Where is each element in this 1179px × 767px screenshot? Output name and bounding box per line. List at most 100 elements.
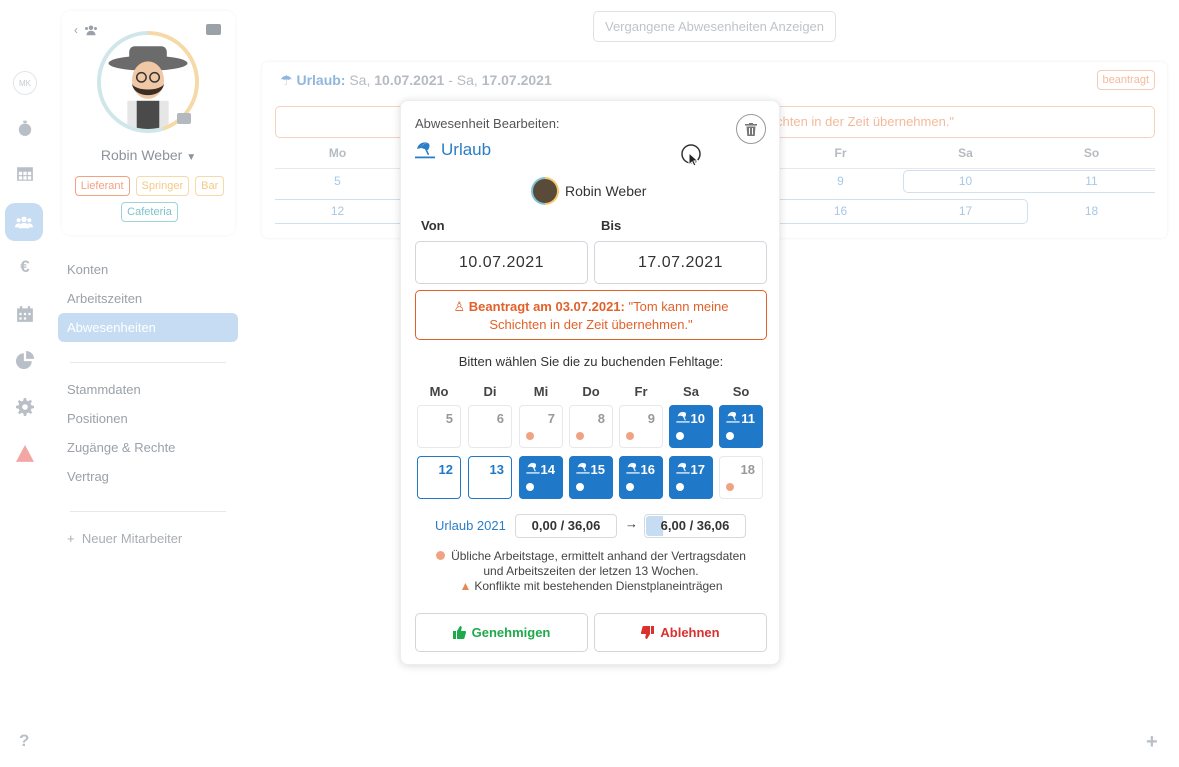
range-prefix: Sa, [349,72,371,88]
day-cell[interactable]: 10 [669,405,713,448]
umbrella-beach-icon [415,142,435,159]
day-number: 12 [438,462,453,477]
von-date-input[interactable]: 10.07.2021 [415,241,588,284]
edit-absence-popover: Abwesenheit Bearbeiten: Urlaub Robin Web… [400,100,780,665]
day-number: 14 [540,462,555,477]
back-to-employees[interactable]: ‹ [74,23,99,37]
weekday: Fr [834,146,847,160]
day-number: 8 [597,411,605,426]
employee-avatar [531,177,559,205]
day-number: 18 [740,462,755,477]
range-to: 17.07.2021 [481,72,552,88]
day-cell[interactable]: 11 [719,405,763,448]
weekday-header: Do [582,384,600,399]
stopwatch-icon[interactable] [7,110,43,146]
day-number: 7 [547,411,555,426]
day-cell[interactable]: 17 [669,456,713,499]
workday-dot-icon [626,432,634,440]
day-number: 16 [640,462,655,477]
tag-list: Lieferant Springer Bar Cafeteria [72,176,227,222]
workday-dot-icon [626,483,634,491]
calendar-icon[interactable] [7,296,43,332]
users-icon [85,25,97,36]
day-cell[interactable]: 5 [417,405,461,448]
absence-type-selector[interactable]: Urlaub [415,140,491,160]
add-icon[interactable]: + [1146,731,1158,754]
employee-name-dropdown[interactable]: Robin Weber ▼ [62,147,235,163]
day-cell[interactable]: 7 [519,405,563,448]
menu-item-vertrag[interactable]: Vertrag [58,462,238,491]
employee-menu: Konten Arbeitszeiten Abwesenheiten Stamm… [58,255,238,554]
workday-dot-icon [526,483,534,491]
absence-type-label: Urlaub [441,140,492,159]
euro-icon[interactable]: € [7,249,43,285]
weekday: So [1083,146,1100,160]
day-cell[interactable]: 15 [569,456,613,499]
umbrella-beach-icon [526,462,540,474]
balance-before: 0,00 / 36,06 [515,514,617,538]
tag-cafeteria: Cafeteria [121,202,178,222]
new-employee-label: Neuer Mitarbeiter [81,531,183,546]
new-employee-button[interactable]: + Neuer Mitarbeiter [58,524,238,554]
day-cell: 17 [958,204,973,218]
employee-name: Robin Weber [100,147,183,163]
weekday-header: Fr [634,384,648,399]
weekday: Sa [958,146,973,160]
umbrella-beach-icon [676,462,690,474]
id-card-icon[interactable] [206,24,221,35]
menu-item-abwesenheiten[interactable]: Abwesenheiten [58,313,238,342]
side-rail: MK € [0,0,50,767]
choose-days-hint: Bitten wählen Sie die zu buchenden Fehlt… [458,354,724,369]
umbrella-beach-icon [576,462,590,474]
delete-button[interactable] [736,114,766,144]
day-cell[interactable]: 6 [468,405,512,448]
day-cell: 18 [1084,204,1099,218]
day-cell[interactable]: 14 [519,456,563,499]
menu-item-positionen[interactable]: Positionen [58,404,238,433]
users-icon[interactable] [5,203,43,241]
day-cell[interactable]: 9 [619,405,663,448]
day-cell: 11 [1085,174,1098,188]
workday-dot-icon [676,483,684,491]
reject-label: Ablehnen [660,625,720,640]
divider [70,511,226,512]
thumbs-up-icon [452,626,466,639]
workday-dot-icon [576,483,584,491]
warning-icon[interactable] [7,436,43,472]
weekday-header: Mo [429,384,449,399]
user-initials-avatar[interactable]: MK [13,71,37,95]
gear-icon[interactable] [7,389,43,425]
approve-button[interactable]: Genehmigen [415,613,588,652]
day-number: 13 [489,462,504,477]
help-icon[interactable]: ? [19,731,29,751]
menu-item-zugaenge[interactable]: Zugänge & Rechte [58,433,238,462]
divider [70,362,226,363]
vacation-balance: Urlaub 2021 0,00 / 36,06 → 6,00 / 36,06 [401,514,781,538]
camera-icon[interactable] [177,113,191,124]
day-cell[interactable]: 16 [619,456,663,499]
mouse-cursor [681,144,701,167]
table-icon[interactable] [7,156,43,192]
reject-button[interactable]: Ablehnen [594,613,767,652]
day-cell[interactable]: 13 [468,456,512,499]
balance-after-box: 6,00 / 36,06 [644,514,746,538]
bis-date-input[interactable]: 17.07.2021 [594,241,767,284]
menu-item-arbeitszeiten[interactable]: Arbeitszeiten [58,284,238,313]
past-absences-button[interactable]: Vergangene Abwesenheiten Anzeigen [593,11,836,42]
day-cell[interactable]: 8 [569,405,613,448]
pie-chart-icon[interactable] [7,342,43,378]
umbrella-beach-icon [726,411,740,423]
day-number: 6 [496,411,504,426]
tag-lieferant: Lieferant [74,176,130,196]
day-cell[interactable]: 18 [719,456,763,499]
day-cell: 9 [837,174,844,188]
day-cell[interactable]: 12 [417,456,461,499]
workday-dot-icon [526,432,534,440]
request-message: ♙ Beantragt am 03.07.2021: "Tom kann mei… [415,290,767,340]
menu-item-stammdaten[interactable]: Stammdaten [58,375,238,404]
day-cell: 5 [334,174,341,188]
popover-subtitle: Abwesenheit Bearbeiten: [415,116,560,131]
menu-item-konten[interactable]: Konten [58,255,238,284]
balance-after: 6,00 / 36,06 [660,518,730,533]
day-number: 15 [590,462,605,477]
